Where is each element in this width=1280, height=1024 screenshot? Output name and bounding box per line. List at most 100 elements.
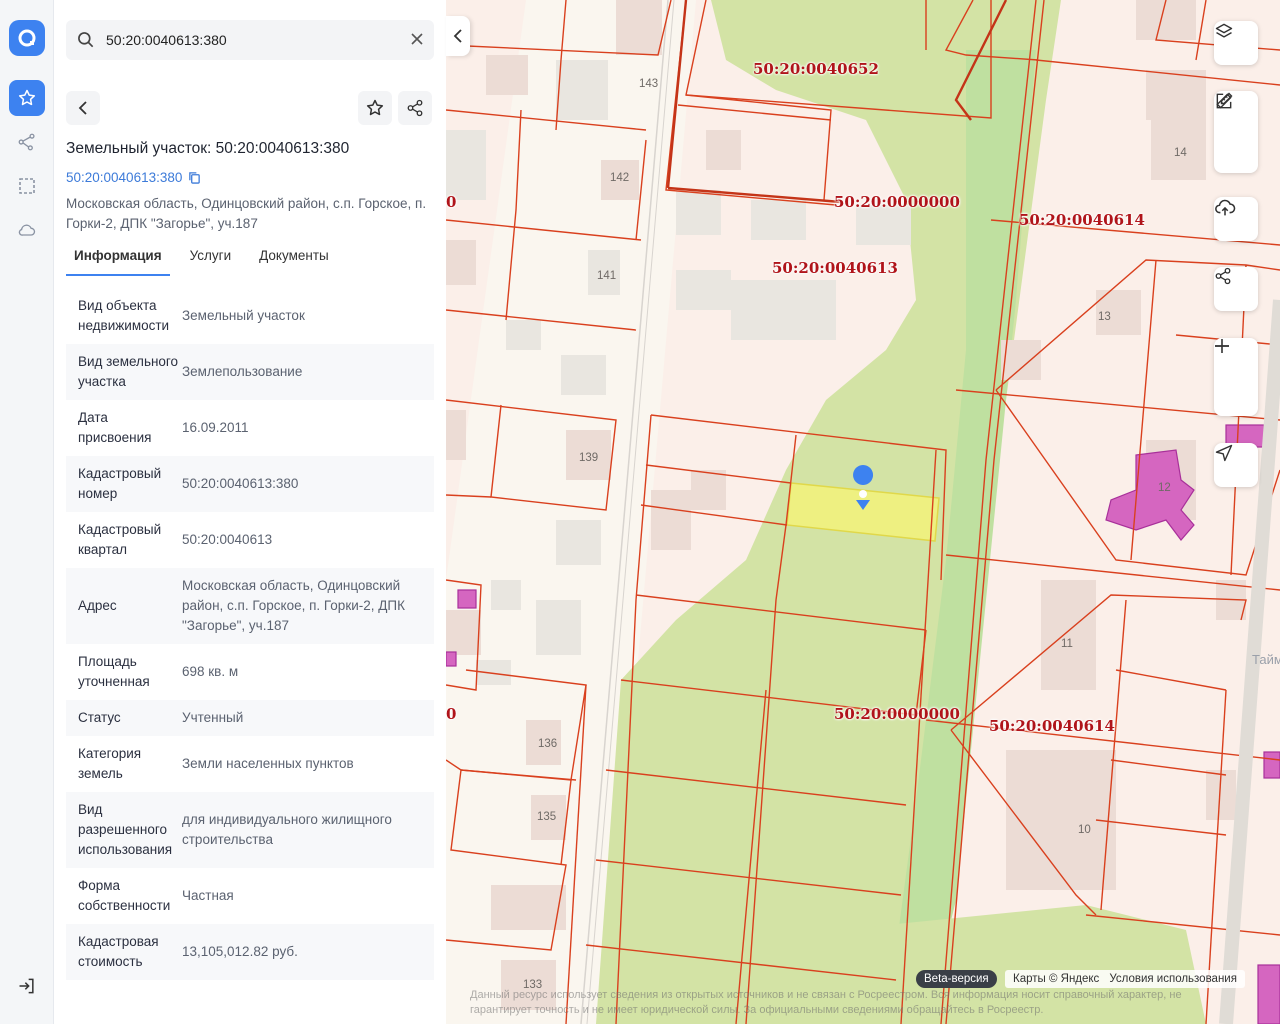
object-address: Московская область, Одинцовский район, с… [66,196,427,231]
property-value: 50:20:0040613:380 [182,476,299,491]
property-key: Кадастровый номер [78,466,162,501]
property-key: Форма собственности [78,878,171,913]
cloud-icon[interactable] [9,212,45,248]
property-value: Московская область, Одинцовский район, с… [182,578,405,633]
search-icon [76,30,96,55]
cadastral-link[interactable]: 50:20:0040613:380 [66,170,201,185]
chevron-left-icon [78,101,87,115]
favorite-button[interactable] [358,91,392,125]
house-number: 136 [538,738,558,750]
copy-icon [189,172,201,184]
house-number: 12 [1158,482,1171,494]
property-value: Землепользование [182,364,303,379]
tools-group [1214,91,1258,173]
property-value: Земли населенных пунктов [182,756,354,771]
property-value: 13,105,012.82 руб. [182,944,298,959]
property-value: 50:20:0040613 [182,532,273,547]
cad-label: 0 [446,193,457,211]
minus-icon[interactable] [1214,338,1230,354]
property-key: Дата присвоения [78,410,152,445]
upload-button[interactable] [1214,197,1258,241]
property-value: Земельный участок [182,308,305,323]
property-row: Кадастровая стоимость 13,105,012.82 руб. [66,924,434,980]
house-number: 13 [1098,311,1111,323]
property-key: Кадастровый квартал [78,522,162,557]
property-value: для индивидуального жилищного строительс… [182,812,392,847]
edit-icon[interactable] [1214,91,1234,111]
property-value: 698 кв. м [182,664,239,679]
search-field[interactable]: 50:20:0040613:380 [66,20,434,60]
map-layer [446,0,1280,1024]
route-icon[interactable] [9,124,45,160]
property-key: Вид земельного участка [78,354,179,389]
back-button[interactable] [66,91,100,125]
logout-icon[interactable] [9,968,45,1004]
cad-label: 50:20:0000000 [834,193,960,211]
tab-services[interactable]: Услуги [182,240,240,276]
property-value: 16.09.2011 [182,420,249,435]
property-key: Категория земель [78,746,142,781]
locate-icon [1215,444,1233,462]
cad-label: 50:20:0040614 [989,717,1115,735]
property-key: Адрес [78,598,117,613]
upload-icon [1215,199,1236,216]
close-icon[interactable] [410,32,424,51]
house-number: 10 [1078,824,1091,836]
select-area-icon[interactable] [9,168,45,204]
disclaimer-text: Данный ресурс использует сведения из отк… [470,989,1182,1016]
locate-button[interactable] [1214,443,1258,487]
property-key: Вид разрешенного использования [78,802,173,857]
house-number: 14 [1174,147,1187,159]
property-row: Кадастровый квартал 50:20:0040613 [66,512,434,568]
logo-icon[interactable] [9,20,45,56]
property-row: Категория земель Земли населенных пунктов [66,736,434,792]
map-canvas[interactable]: 50:20:0040652 50:20:0000000 50:20:004061… [446,0,1280,1024]
zoom-group [1214,338,1258,416]
cad-label: 50:20:0040614 [1019,211,1145,229]
tab-info[interactable]: Информация [66,240,170,276]
cad-label: 0 [446,705,457,723]
property-key: Кадастровая стоимость [78,934,159,969]
tabs: Информация Услуги Документы [66,240,349,276]
house-number: 135 [537,811,557,823]
property-row: Площадь уточненная 698 кв. м [66,644,434,700]
layers-button[interactable] [1214,21,1258,65]
property-row: Кадастровый номер 50:20:0040613:380 [66,456,434,512]
property-value: Учтенный [182,710,244,725]
house-number: 142 [610,172,630,184]
terms-link[interactable]: Условия использования [1109,970,1237,988]
property-row: Форма собственности Частная [66,868,434,924]
property-value: Частная [182,888,234,903]
property-row: Вид разрешенного использования для индиви… [66,792,434,868]
beta-badge: Beta-версия [916,970,997,988]
share-button[interactable] [398,91,432,125]
layers-icon [1215,23,1233,38]
property-row: Адрес Московская область, Одинцовский рай… [66,568,434,644]
street-label: Тайм [1252,652,1280,667]
star-icon[interactable] [9,80,45,116]
tab-documents[interactable]: Документы [251,240,337,276]
property-row: Вид объекта недвижимости Земельный участо… [66,288,434,344]
house-number: 11 [1061,638,1073,650]
property-row: Дата присвоения 16.09.2011 [66,400,434,456]
star-icon [366,99,384,116]
search-input[interactable]: 50:20:0040613:380 [106,32,227,48]
share-icon [1215,267,1231,285]
yandex-attribution[interactable]: Карты © Яндекс [1013,970,1099,988]
share-map-button[interactable] [1214,267,1258,311]
cadastral-link-text[interactable]: 50:20:0040613:380 [66,170,182,185]
info-panel: 50:20:0040613:380 Земельный участок: 50:… [54,0,470,1024]
cad-label: 50:20:0040652 [753,60,879,78]
properties-table: Вид объекта недвижимости Земельный участо… [66,288,434,980]
house-number: 141 [597,270,617,282]
collapse-panel-button[interactable] [446,16,470,56]
property-key: Вид объекта недвижимости [78,298,170,333]
object-title: Земельный участок: 50:20:0040613:380 [66,140,350,157]
property-row: Вид земельного участка Землепользование [66,344,434,400]
icon-rail [0,0,54,1024]
cad-label: 50:20:0040613 [772,259,898,277]
property-key: Статус [78,710,121,725]
house-number: 139 [579,452,599,464]
property-key: Площадь уточненная [78,654,150,689]
cad-label: 50:20:0000000 [834,705,960,723]
